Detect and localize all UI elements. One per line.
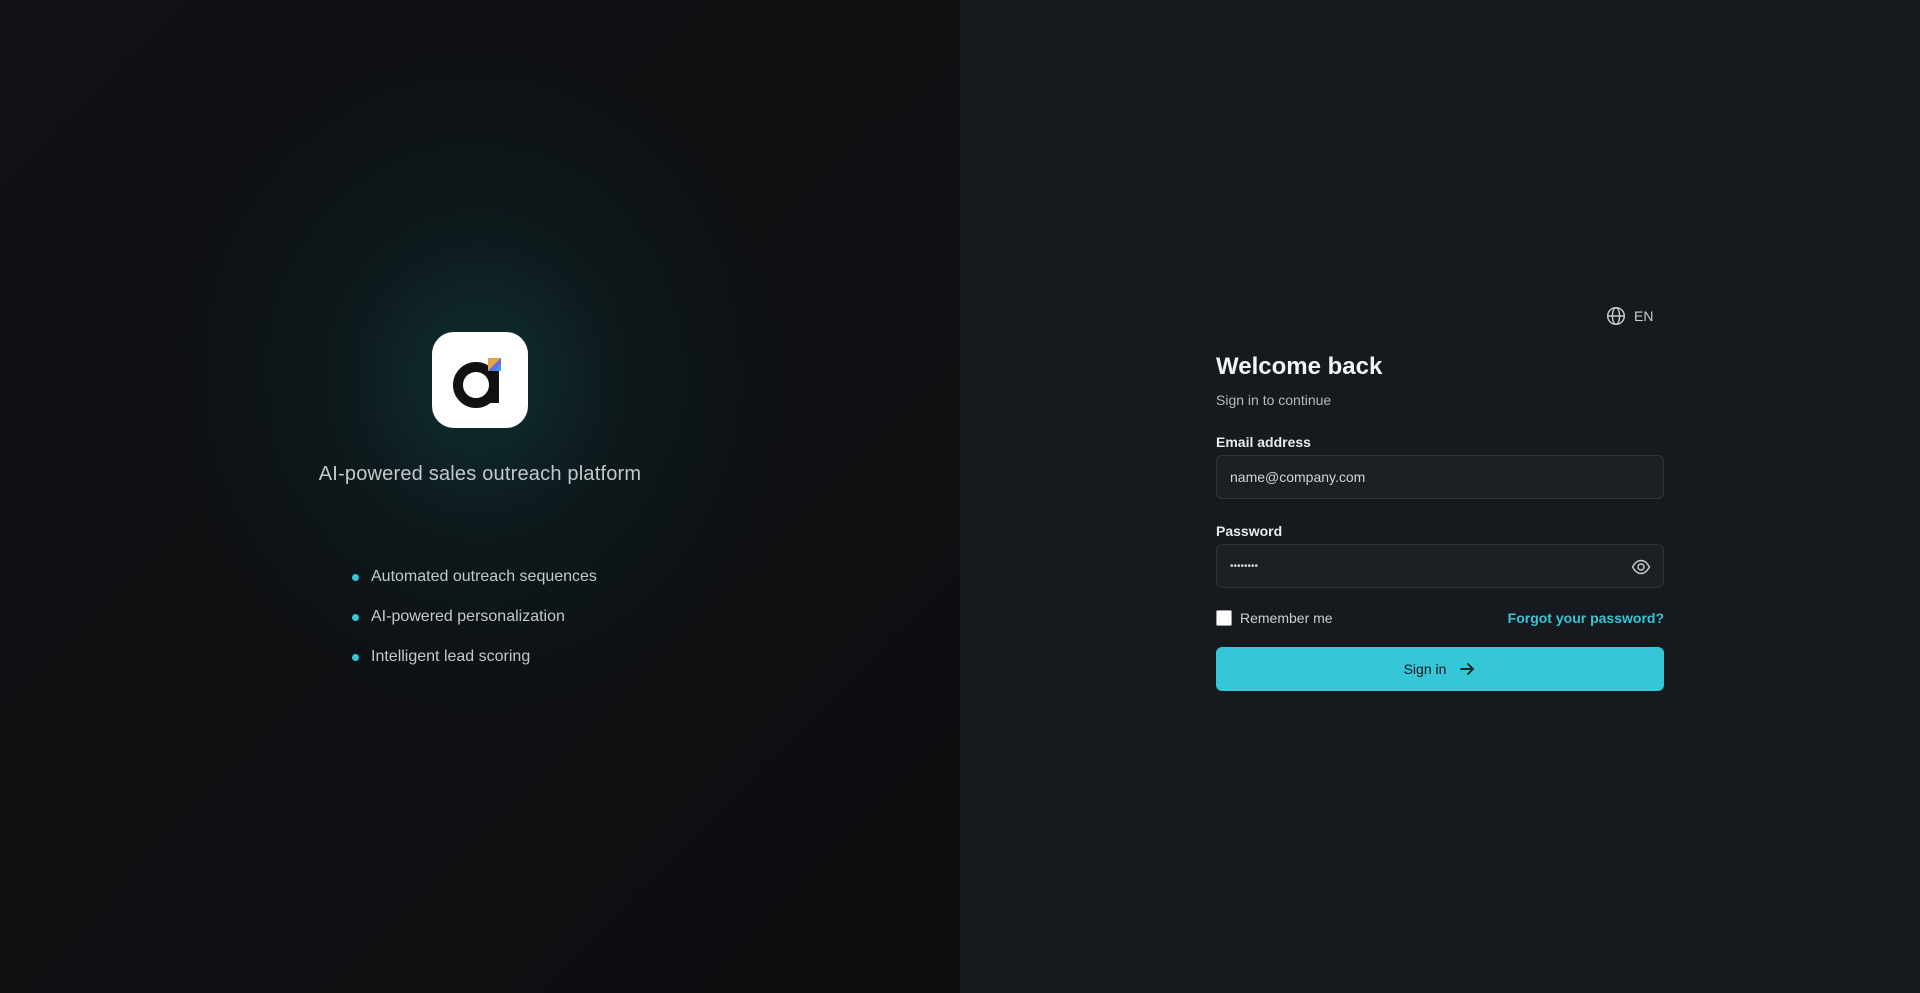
password-value: •••••••• bbox=[1230, 560, 1259, 572]
language-selector[interactable]: EN bbox=[1606, 306, 1653, 326]
feature-label: Intelligent lead scoring bbox=[371, 648, 531, 665]
page-title: Welcome back bbox=[1216, 353, 1383, 380]
brand-panel: AI-powered sales outreach platform Autom… bbox=[0, 0, 960, 993]
email-label: Email address bbox=[1216, 434, 1311, 450]
feature-item: Intelligent lead scoring bbox=[352, 637, 597, 677]
email-field[interactable]: name@company.com bbox=[1216, 455, 1664, 499]
signin-panel: EN Welcome back Sign in to continue Emai… bbox=[960, 0, 1920, 993]
password-group: Password •••••••• bbox=[1216, 523, 1664, 588]
forgot-password-link[interactable]: Forgot your password? bbox=[1508, 610, 1664, 626]
tagline: AI-powered sales outreach platform bbox=[318, 463, 642, 485]
password-field[interactable]: •••••••• bbox=[1216, 544, 1664, 588]
app-logo bbox=[432, 332, 528, 428]
remember-me-checkbox[interactable] bbox=[1216, 610, 1232, 626]
feature-item: Automated outreach sequences bbox=[352, 557, 597, 597]
email-group: Email address name@company.com bbox=[1216, 434, 1664, 499]
page-subtitle: Sign in to continue bbox=[1216, 392, 1332, 408]
show-password-toggle[interactable] bbox=[1631, 558, 1651, 579]
options-row: Remember me Forgot your password? bbox=[1216, 610, 1664, 626]
signin-button-label: Sign in bbox=[1403, 661, 1447, 677]
signin-form: Welcome back Sign in to continue Email a… bbox=[1216, 352, 1664, 691]
logo-a-icon bbox=[453, 358, 501, 408]
eye-icon bbox=[1631, 559, 1651, 575]
bullet-icon bbox=[352, 613, 359, 621]
feature-list: Automated outreach sequences AI-powered … bbox=[352, 557, 597, 677]
feature-label: Automated outreach sequences bbox=[371, 568, 597, 585]
remember-me[interactable]: Remember me bbox=[1216, 610, 1333, 626]
language-label: EN bbox=[1634, 308, 1654, 324]
remember-me-label: Remember me bbox=[1240, 610, 1333, 626]
signin-button[interactable]: Sign in bbox=[1216, 647, 1664, 691]
bullet-icon bbox=[352, 573, 359, 581]
arrow-right-icon bbox=[1460, 663, 1475, 675]
email-placeholder: name@company.com bbox=[1230, 469, 1366, 485]
bullet-icon bbox=[352, 653, 359, 661]
feature-label: AI-powered personalization bbox=[371, 608, 565, 625]
feature-item: AI-powered personalization bbox=[352, 597, 597, 637]
password-label: Password bbox=[1216, 523, 1283, 539]
globe-icon bbox=[1606, 306, 1626, 326]
